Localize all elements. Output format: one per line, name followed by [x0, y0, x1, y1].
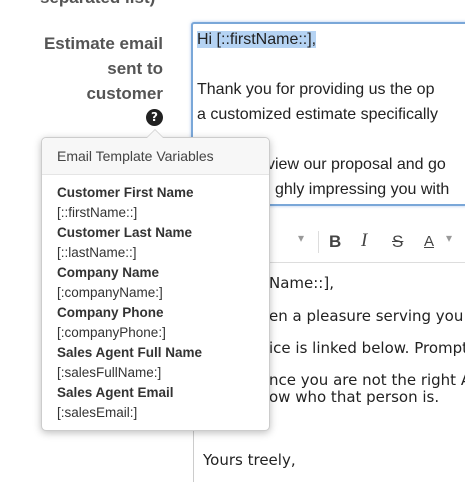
variable-name: Customer Last Name	[57, 225, 193, 240]
editor-line: Yours treely,	[203, 451, 296, 469]
textarea-line: ghly impressing you with	[275, 181, 450, 198]
popover-title: Email Template Variables	[42, 138, 269, 175]
font-color-button[interactable]: A	[424, 233, 434, 250]
toolbar-divider	[318, 231, 319, 253]
textarea-line: Hi [::firstName::],	[197, 27, 317, 52]
variable-name: Company Name	[57, 265, 160, 280]
textarea-line: a customized estimate specifically	[197, 106, 438, 123]
variable-name: Company Phone	[57, 305, 164, 320]
popover-body: Customer First Name [::firstName::] Cust…	[42, 175, 269, 423]
previous-field-label: separated list)	[40, 0, 155, 8]
variable-code: [:companyName:]	[57, 285, 163, 300]
textarea-line: view our proposal and go	[267, 156, 446, 173]
textarea-line: Thank you for providing us the op	[197, 81, 435, 98]
variable-code: [:salesFullName:]	[57, 365, 162, 380]
label-line: Estimate email	[43, 34, 163, 53]
question-circle-icon[interactable]: ?	[146, 109, 163, 126]
variable-code: [:salesEmail:]	[57, 405, 138, 420]
chevron-down-icon[interactable]: ▾	[298, 231, 304, 245]
variable-name: Sales Agent Email	[57, 385, 174, 400]
template-variables-popover: Email Template Variables Customer First …	[41, 129, 270, 431]
label-line: sent to	[107, 59, 163, 78]
editor-line: en a pleasure serving you wi	[269, 307, 465, 325]
editor-line: ice is linked below. Prompt p	[269, 339, 465, 357]
editor-line: ow who that person is.	[269, 388, 440, 406]
strikethrough-button[interactable]: S	[392, 232, 403, 252]
variable-name: Customer First Name	[57, 185, 194, 200]
variable-code: [:companyPhone:]	[57, 325, 166, 340]
variable-code: [::firstName::]	[57, 205, 138, 220]
variable-code: [::lastName::]	[57, 245, 137, 260]
variable-name: Sales Agent Full Name	[57, 345, 203, 360]
bold-button[interactable]: B	[329, 232, 341, 252]
editor-line: nce you are not the right A/P	[269, 371, 465, 389]
label-line: customer	[86, 84, 163, 103]
estimate-email-label: Estimate email sent to customer	[44, 31, 163, 106]
italic-button[interactable]: I	[361, 230, 367, 252]
selected-text: Hi [::firstName::],	[197, 31, 317, 48]
chevron-down-icon[interactable]: ▾	[446, 231, 452, 245]
editor-line: Name::],	[269, 274, 334, 292]
